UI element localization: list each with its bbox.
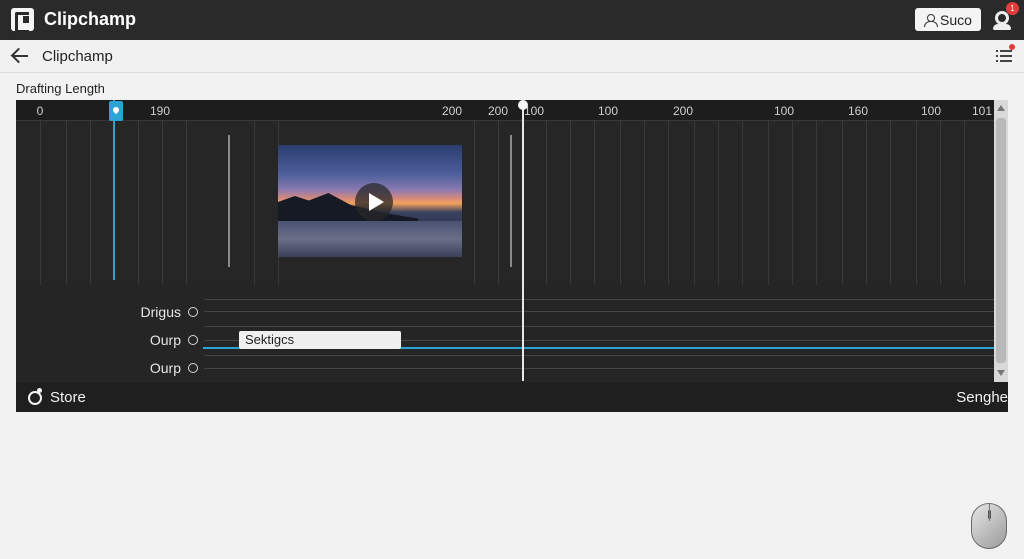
mouse-icon bbox=[971, 503, 1007, 549]
top-app-bar: Clipchamp Suco 1 bbox=[0, 0, 1024, 40]
ruler-tick: 100 bbox=[920, 104, 942, 118]
scrollbar-thumb[interactable] bbox=[996, 118, 1006, 363]
timeline-ruler[interactable]: 0 190 200 200 100 100 200 100 160 100 10… bbox=[16, 100, 1008, 121]
timeline-editor: 0 190 200 200 100 100 200 100 160 100 10… bbox=[16, 100, 1008, 412]
scroll-down-arrow[interactable] bbox=[997, 370, 1005, 376]
scroll-up-arrow[interactable] bbox=[997, 105, 1005, 111]
store-icon[interactable] bbox=[28, 388, 42, 405]
playhead-line[interactable] bbox=[522, 105, 524, 381]
menu-badge-dot bbox=[1009, 44, 1015, 50]
ruler-tick: 0 bbox=[36, 104, 44, 118]
track-toggle[interactable] bbox=[188, 307, 198, 317]
track-label: Drigus bbox=[140, 304, 181, 320]
sub-header-title: Clipchamp bbox=[42, 48, 113, 65]
ruler-tick: 160 bbox=[847, 104, 869, 118]
footer-right-label[interactable]: Senghe bbox=[956, 389, 1008, 406]
store-button-label[interactable]: Store bbox=[50, 389, 86, 406]
app-title: Clipchamp bbox=[44, 9, 137, 29]
track-label: Ourp bbox=[149, 360, 181, 376]
ruler-tick: 101 bbox=[971, 104, 993, 118]
settings-clip[interactable]: Sektigcs bbox=[239, 331, 401, 349]
section-label: Drafting Length bbox=[16, 81, 105, 96]
user-icon bbox=[924, 13, 939, 27]
clip-right-handle[interactable] bbox=[510, 135, 512, 267]
video-track-area[interactable] bbox=[16, 121, 1008, 285]
ruler-tick: 100 bbox=[773, 104, 795, 118]
login-button-label: Suco bbox=[940, 11, 972, 28]
track-toggle[interactable] bbox=[188, 335, 198, 345]
ruler-tick: 190 bbox=[149, 104, 171, 118]
ruler-tick: 200 bbox=[672, 104, 694, 118]
ruler-tick: 200 bbox=[487, 104, 509, 118]
back-arrow-icon[interactable] bbox=[11, 48, 29, 64]
track-toggle[interactable] bbox=[188, 363, 198, 373]
playhead-handle[interactable] bbox=[518, 100, 528, 110]
marker-icon[interactable] bbox=[109, 101, 123, 121]
ruler-tick: 200 bbox=[441, 104, 463, 118]
track-label: Ourp bbox=[149, 332, 181, 348]
editor-footer: Store Senghe bbox=[16, 382, 1008, 412]
ruler-tick: 100 bbox=[597, 104, 619, 118]
clip-left-handle[interactable] bbox=[228, 135, 230, 267]
in-point-line bbox=[113, 100, 115, 280]
login-button[interactable]: Suco bbox=[915, 8, 981, 31]
sub-header: Clipchamp bbox=[0, 40, 1024, 73]
list-menu-icon[interactable] bbox=[996, 49, 1013, 63]
play-icon[interactable] bbox=[355, 183, 393, 221]
notification-badge: 1 bbox=[1006, 2, 1019, 15]
app-logo-icon[interactable] bbox=[11, 8, 34, 33]
